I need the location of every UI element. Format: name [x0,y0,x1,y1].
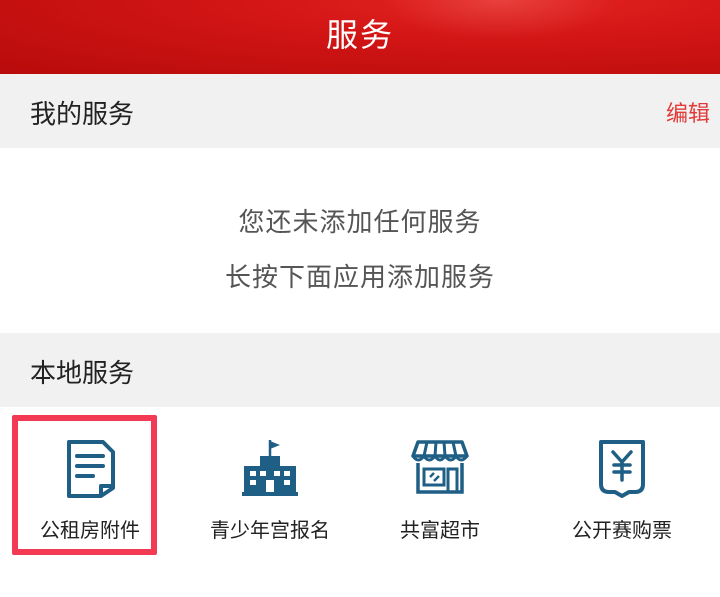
building-flag-icon [240,438,300,502]
empty-hint-line1: 您还未添加任何服务 [238,208,482,238]
service-label: 共富超市 [400,518,480,542]
local-services-title: 本地服务 [30,359,135,389]
edit-button[interactable]: 编辑 [666,96,710,128]
empty-hint-line2: 长按下面应用添加服务 [224,263,495,293]
service-label: 青少年宫报名 [210,518,330,542]
service-common-wealth-market[interactable]: 共富超市 [350,408,530,558]
page-title: 服务 [325,16,394,54]
local-services-bar: 本地服务 [0,333,720,407]
store-icon [410,438,470,500]
service-youth-palace[interactable]: 青少年宫报名 [180,408,360,558]
service-open-ticket[interactable]: 公开赛购票 [532,408,712,558]
selection-highlight [12,415,157,555]
app-header: 服务 [0,0,720,74]
service-label: 公开赛购票 [572,518,672,542]
my-services-title: 我的服务 [30,100,135,130]
yen-receipt-icon [595,438,649,502]
my-services-bar: 我的服务 编辑 [0,74,720,148]
